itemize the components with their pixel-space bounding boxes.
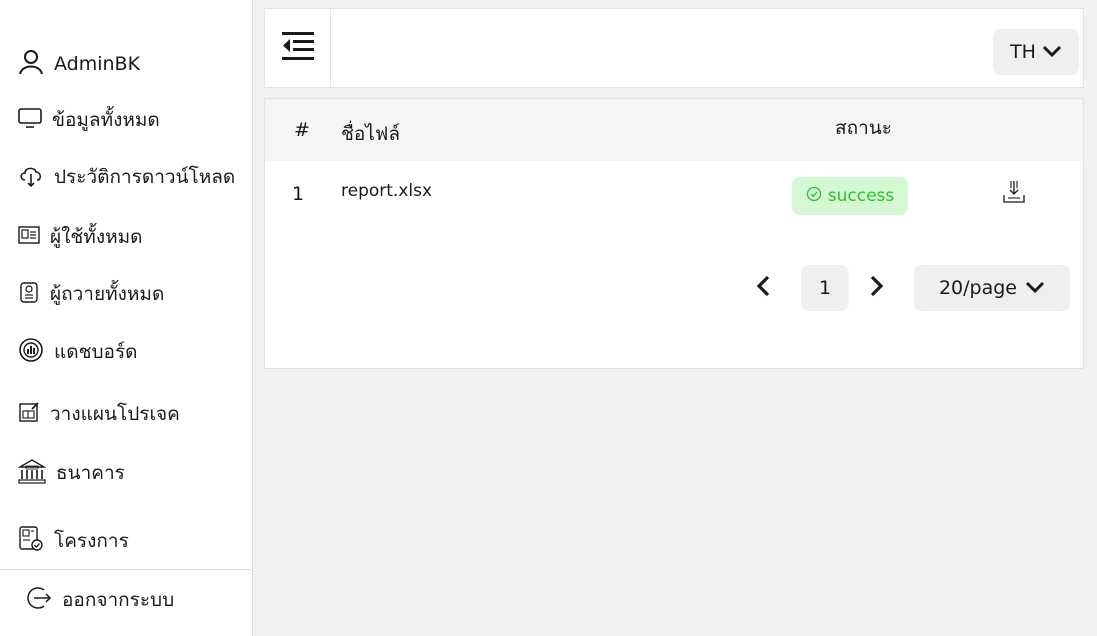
donor-icon	[18, 281, 40, 308]
column-header-index: #	[294, 119, 310, 141]
sidebar-item-projects[interactable]: โครงการ	[18, 521, 129, 561]
sidebar-item-all-donors[interactable]: ผู้ถวายทั้งหมด	[18, 274, 164, 314]
status-badge: success	[792, 177, 908, 215]
download-icon[interactable]	[1002, 179, 1026, 210]
sidebar-item-label: วางแผนโปรเจค	[50, 403, 180, 425]
user-icon	[18, 49, 44, 80]
sidebar-item-label: ข้อมูลทั้งหมด	[52, 109, 160, 131]
sidebar-item-label: ประวัติการดาวน์โหลด	[54, 166, 236, 188]
previous-page-button[interactable]	[755, 275, 771, 301]
sidebar-item-label: ธนาคาร	[56, 462, 125, 484]
dashboard-icon	[18, 337, 44, 368]
sidebar: AdminBK ข้อมูลทั้งหมด ประวัติการดาวน์โหล…	[0, 0, 253, 636]
cloud-download-icon	[18, 162, 44, 193]
sidebar-user-name: AdminBK	[54, 53, 141, 75]
table-header: # ชื่อไฟล์ สถานะ	[265, 99, 1083, 161]
sidebar-item-label: ผู้ถวายทั้งหมด	[50, 283, 165, 305]
id-card-icon	[18, 225, 40, 250]
collapse-menu-icon	[281, 31, 315, 65]
sidebar-item-all-data[interactable]: ข้อมูลทั้งหมด	[18, 100, 160, 140]
project-plan-icon	[18, 401, 40, 428]
current-page-number: 1	[818, 277, 832, 299]
row-file-name: report.xlsx	[341, 181, 433, 201]
sidebar-item-bank[interactable]: ธนาคาร	[17, 453, 125, 493]
sidebar-item-project-planning[interactable]: วางแผนโปรเจค	[18, 394, 180, 434]
logout-label: ออกจากระบบ	[62, 589, 175, 611]
chevron-down-icon	[1042, 41, 1062, 63]
status-text: success	[827, 186, 895, 206]
monitor-icon	[18, 107, 42, 134]
sidebar-item-label: แดชบอร์ด	[54, 341, 138, 363]
sidebar-item-dashboard[interactable]: แดชบอร์ด	[18, 332, 138, 372]
logout-icon	[26, 585, 52, 616]
column-header-status: สถานะ	[835, 117, 892, 139]
page-size-select[interactable]: 20/page	[914, 265, 1070, 311]
sidebar-item-all-users[interactable]: ผู้ใช้ทั้งหมด	[18, 217, 143, 257]
top-bar: TH	[264, 8, 1084, 88]
sidebar-divider	[0, 569, 253, 570]
bank-icon	[17, 458, 47, 489]
collapse-menu-button[interactable]	[265, 9, 331, 87]
sidebar-item-label: โครงการ	[54, 530, 129, 552]
logout-button[interactable]: ออกจากระบบ	[26, 580, 174, 620]
sidebar-item-label: ผู้ใช้ทั้งหมด	[50, 226, 143, 248]
current-page-button[interactable]: 1	[801, 265, 849, 311]
table-row: 1 report.xlsx success	[265, 161, 1083, 221]
row-index: 1	[292, 183, 305, 205]
chevron-down-icon	[1025, 277, 1045, 299]
sidebar-item-download-history[interactable]: ประวัติการดาวน์โหลด	[18, 157, 235, 197]
language-select[interactable]: TH	[993, 29, 1079, 75]
language-value: TH	[1010, 41, 1036, 63]
project-icon	[18, 525, 44, 558]
check-circle-icon	[806, 186, 822, 207]
sidebar-user[interactable]: AdminBK	[18, 44, 140, 84]
column-header-file-name: ชื่อไฟล์	[341, 123, 400, 145]
next-page-button[interactable]	[869, 275, 885, 301]
page-size-value: 20/page	[938, 277, 1018, 299]
download-history-panel: # ชื่อไฟล์ สถานะ 1 report.xlsx success 1…	[264, 98, 1084, 369]
